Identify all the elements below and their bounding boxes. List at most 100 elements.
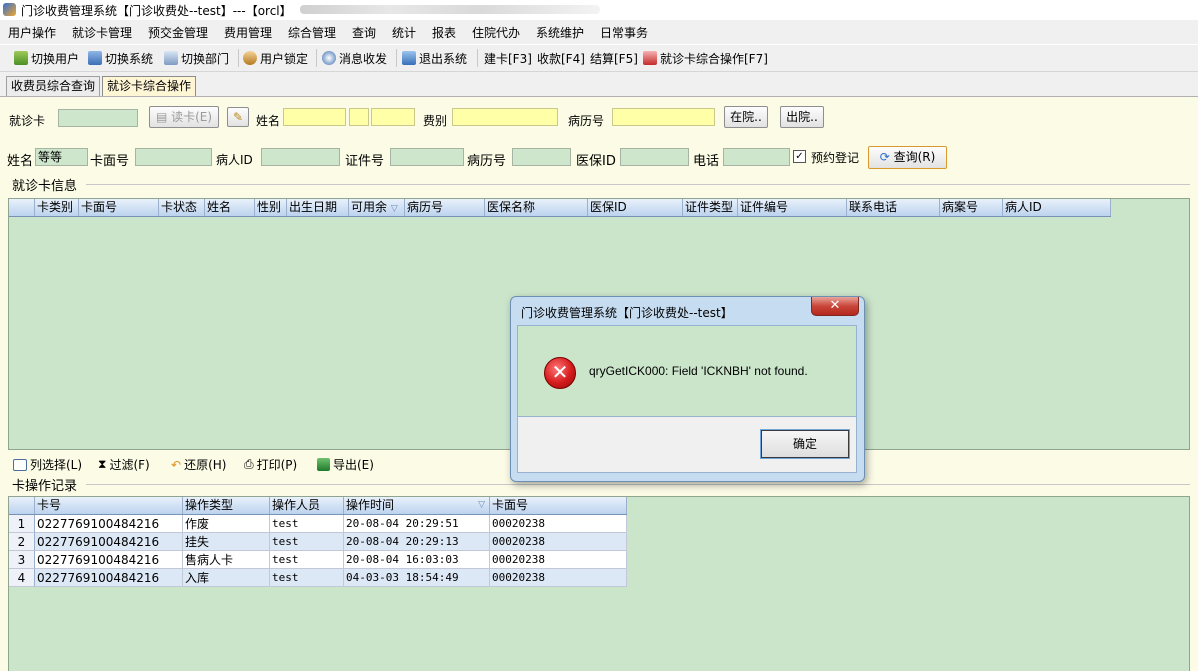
gender-input[interactable] [349,108,369,126]
info-icon [322,51,336,65]
filter-button[interactable]: ⧗ 过滤(F) [98,456,150,473]
column-header[interactable]: 性别 [255,199,287,216]
cert-no-input[interactable] [390,148,464,166]
column-header[interactable]: 医保名称 [485,199,588,216]
print-label: 打印(P) [256,458,298,472]
card-log-divider [86,484,1190,485]
column-header[interactable]: 卡状态 [159,199,205,216]
fee-type-input[interactable] [452,108,558,126]
lock-user-label: 用户锁定 [260,51,309,66]
column-header[interactable]: 姓名 [205,199,255,216]
header-corner [9,497,35,514]
card-input[interactable] [58,109,138,127]
menu-card-management[interactable]: 就诊卡管理 [72,24,132,41]
settle-button[interactable]: 结算[F5] [590,49,638,67]
menu-query[interactable]: 查询 [352,24,376,41]
card-label: 就诊卡 [9,114,46,128]
record-no-input[interactable] [612,108,715,126]
restore-button[interactable]: ↶ 还原(H) [171,456,226,473]
build-card-button[interactable]: 建卡[F3] [484,49,532,67]
query-button[interactable]: ⟳ 查询(R) [868,146,947,169]
column-header[interactable]: 卡类别 [35,199,79,216]
messages-button[interactable]: 消息收发 [322,49,387,67]
menu-daily-affairs[interactable]: 日常事务 [600,24,648,41]
menu-inpatient-agent[interactable]: 住院代办 [472,24,520,41]
column-header[interactable]: 卡面号 [490,497,627,514]
menu-reports[interactable]: 报表 [432,24,456,41]
export-button[interactable]: 导出(E) [317,456,374,473]
exit-button[interactable]: 退出系统 [402,49,467,67]
hourglass-icon: ⧗ [98,457,107,471]
column-header-sortable[interactable]: 操作时间 ▽ [344,497,490,514]
menu-system-maintenance[interactable]: 系统维护 [536,24,584,41]
menu-user-ops[interactable]: 用户操作 [8,24,56,41]
search-name-label: 姓名 [7,154,34,169]
column-select-button[interactable]: 列选择(L) [13,456,82,473]
search-record-no-input[interactable] [512,148,571,166]
name-input[interactable] [283,108,346,126]
in-hospital-button[interactable]: 在院.. [724,106,768,128]
table-row[interactable]: 3 0227769100484216 售病人卡 test 20-08-04 16… [9,551,627,569]
age-input[interactable] [371,108,415,126]
dialog-close-button[interactable]: ✕ [811,297,859,316]
window-title: 门诊收费管理系统【门诊收费处--test】---【orcl】 [21,4,292,18]
face-no-cell: 00020238 [490,551,627,569]
card-info-divider [86,184,1190,185]
time-cell: 20-08-04 20:29:51 [344,515,490,533]
name-label: 姓名 [256,114,281,128]
table-row[interactable]: 2 0227769100484216 挂失 test 20-08-04 20:2… [9,533,627,551]
column-header[interactable]: 医保ID [588,199,683,216]
build-card-label: 建卡[F3] [484,51,532,66]
exit-icon [402,51,416,65]
column-header[interactable]: 证件类型 [683,199,738,216]
insurance-id-input[interactable] [620,148,689,166]
menu-general-management[interactable]: 综合管理 [288,24,336,41]
ok-button[interactable]: 确定 [760,429,850,459]
clear-button[interactable]: ✎ [227,107,249,127]
card-face-input[interactable] [135,148,212,166]
tab-cashier-query[interactable]: 收费员综合查询 [6,76,101,96]
print-button[interactable]: ⎙ 打印(P) [244,456,297,473]
tab-card-operations[interactable]: 就诊卡综合操作 [102,76,197,96]
card-ops-button[interactable]: 就诊卡综合操作[F7] [643,49,768,67]
column-header[interactable]: 病人ID [1003,199,1111,216]
row-number: 3 [9,551,35,569]
column-header[interactable]: 卡面号 [79,199,159,216]
card-no-cell: 0227769100484216 [35,515,183,533]
column-header-sortable[interactable]: 可用余 ▽ [349,199,405,216]
patient-id-input[interactable] [261,148,340,166]
read-card-button[interactable]: ▤ 读卡(E) [149,106,219,128]
column-header[interactable]: 病历号 [405,199,485,216]
column-header[interactable]: 联系电话 [847,199,940,216]
switch-dept-button[interactable]: 切换部门 [164,49,229,67]
lock-user-button[interactable]: 用户锁定 [243,49,308,67]
table-row[interactable]: 1 0227769100484216 作废 test 20-08-04 20:2… [9,515,627,533]
column-header[interactable]: 出生日期 [287,199,349,216]
column-header[interactable]: 操作人员 [270,497,344,514]
column-header[interactable]: 病案号 [940,199,1003,216]
user-lock-icon [243,51,257,65]
search-name-mode[interactable]: 等等 [35,148,88,166]
query-label: 查询(R) [893,150,936,164]
toolbar-separator [396,49,397,67]
menu-prepayment[interactable]: 预交金管理 [148,24,208,41]
discharge-button[interactable]: 出院.. [780,106,824,128]
column-header[interactable]: 卡号 [35,497,183,514]
column-header[interactable]: 证件编号 [738,199,847,216]
menu-fee-management[interactable]: 费用管理 [224,24,272,41]
card-log-grid[interactable]: 卡号 操作类型 操作人员 操作时间 ▽ 卡面号 1 022776910048421… [8,496,1190,671]
menu-statistics[interactable]: 统计 [392,24,416,41]
table-row[interactable]: 4 0227769100484216 入库 test 04-03-03 18:5… [9,569,627,587]
op-type-cell: 挂失 [183,533,270,551]
time-cell: 20-08-04 16:03:03 [344,551,490,569]
switch-system-button[interactable]: 切换系统 [88,49,153,67]
toolbar-separator [477,49,478,67]
switch-system-label: 切换系统 [105,51,154,66]
phone-input[interactable] [723,148,790,166]
switch-user-button[interactable]: 切换用户 [14,49,79,67]
charge-button[interactable]: 收款[F4] [537,49,585,67]
card-no-cell: 0227769100484216 [35,551,183,569]
exit-label: 退出系统 [419,51,468,66]
column-header[interactable]: 操作类型 [183,497,270,514]
appointment-checkbox[interactable]: ✓ [793,150,806,163]
